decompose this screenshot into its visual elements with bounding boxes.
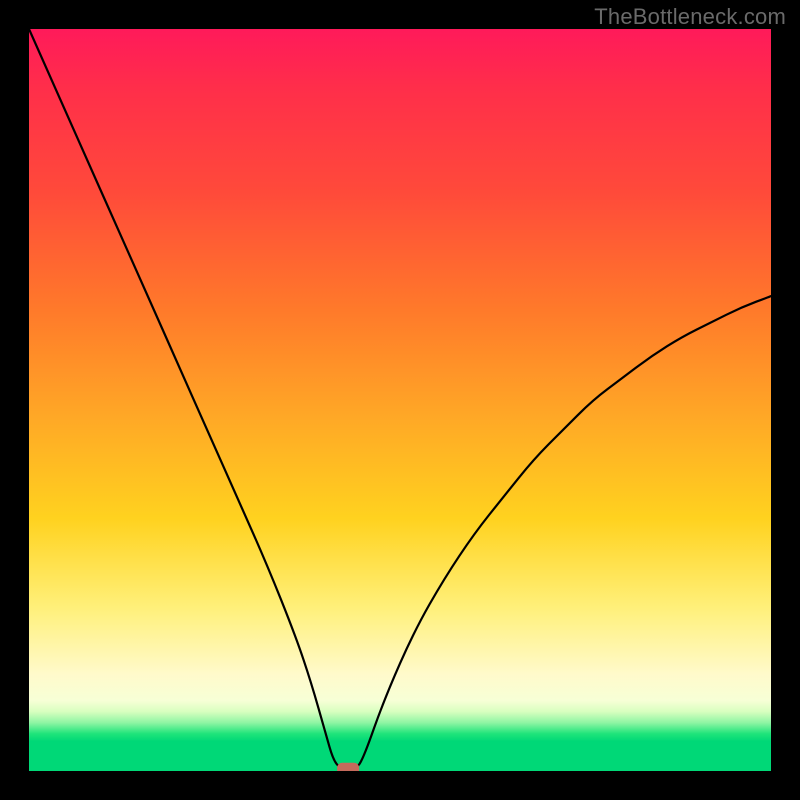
optimal-point-marker — [337, 763, 359, 771]
chart-frame: TheBottleneck.com — [0, 0, 800, 800]
plot-area — [29, 29, 771, 771]
curve-layer — [29, 29, 771, 771]
attribution-label: TheBottleneck.com — [594, 4, 786, 30]
bottleneck-curve — [29, 29, 771, 769]
